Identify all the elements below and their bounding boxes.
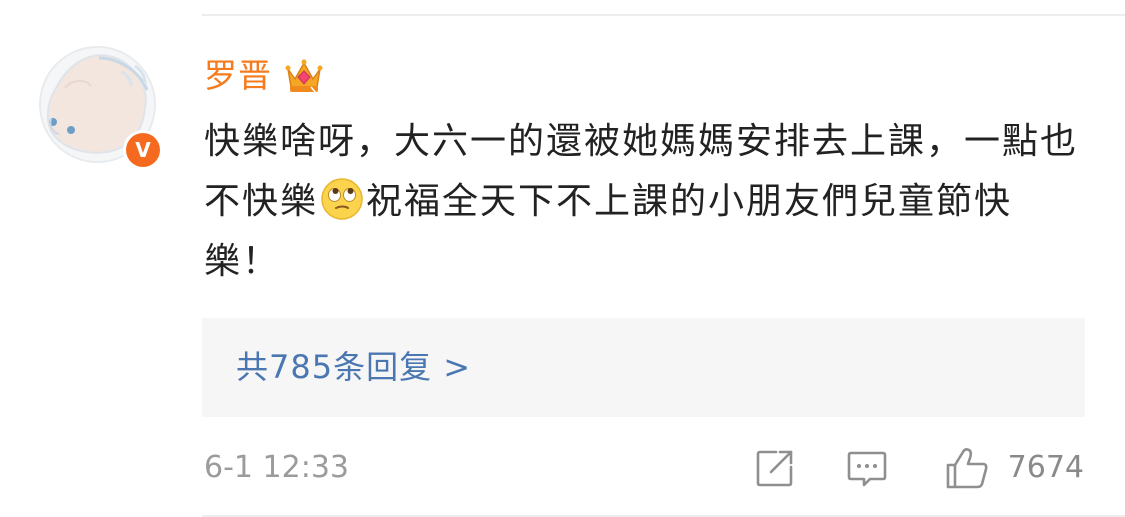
like-count: 7674	[1007, 450, 1084, 485]
comment-card: V 罗晋 快樂啥呀，大六一的還被她媽媽安排去上課，一點也不快樂 祝福全天下不上課…	[0, 0, 1125, 517]
verified-badge: V	[123, 130, 163, 170]
share-icon	[756, 450, 792, 487]
crown-icon	[285, 59, 323, 94]
replies-box: 共785条回复 >	[202, 318, 1085, 417]
username-row: 罗晋	[204, 54, 324, 98]
action-bar: 7674	[754, 440, 1084, 496]
timestamp: 6-1 12:33	[204, 450, 349, 485]
comment-icon	[847, 451, 886, 487]
comment-footer: 6-1 12:33 7674	[204, 440, 1084, 496]
view-replies-link[interactable]: 共785条回复 >	[236, 318, 471, 417]
share-button[interactable]	[754, 447, 796, 489]
comment-text: 快樂啥呀，大六一的還被她媽媽安排去上課，一點也不快樂 祝福全天下不上課的小朋友們…	[204, 112, 1084, 292]
comment-button[interactable]	[846, 447, 888, 489]
like-button[interactable]: 7674	[944, 440, 1084, 496]
rolling-eyes-emoji-icon	[321, 178, 363, 220]
like-icon	[946, 448, 988, 489]
username[interactable]: 罗晋	[204, 54, 272, 98]
verified-badge-label: V	[126, 133, 160, 167]
top-divider	[202, 14, 1125, 16]
